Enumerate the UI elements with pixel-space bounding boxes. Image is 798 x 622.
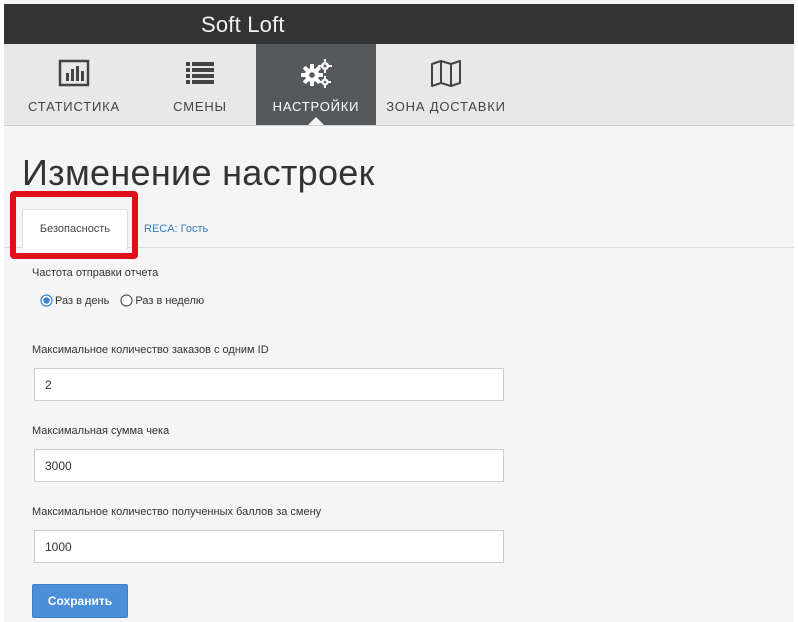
top-bar: Soft Loft (4, 4, 794, 44)
max-check-input[interactable] (34, 449, 504, 482)
radio-daily[interactable]: Раз в день (40, 294, 109, 307)
max-check-label: Максимальная сумма чека (32, 425, 170, 437)
radio-weekly[interactable]: Раз в неделю (120, 294, 204, 307)
list-icon (186, 62, 214, 84)
nav-label-statistics: СТАТИСТИКА (28, 99, 120, 114)
bar-chart-icon (58, 59, 90, 87)
nav-item-settings[interactable]: НАСТРОЙКИ (256, 44, 376, 125)
max-points-label: Максимальное количество полученных балло… (32, 506, 322, 518)
save-button[interactable]: Сохранить (32, 584, 128, 618)
nav-label-delivery-zone: ЗОНА ДОСТАВКИ (386, 99, 506, 114)
radio-unchecked-icon (120, 294, 133, 307)
app-title: Soft Loft (201, 12, 285, 37)
tab-security[interactable]: Безопасность (22, 209, 128, 249)
gears-icon (301, 59, 332, 88)
nav-item-shifts[interactable]: СМЕНЫ (144, 44, 256, 125)
report-frequency-radios: Раз в день Раз в неделю (40, 294, 212, 310)
max-points-input[interactable] (34, 530, 504, 563)
nav-item-delivery-zone[interactable]: ЗОНА ДОСТАВКИ (376, 44, 516, 125)
max-orders-label: Максимальное количество заказов с одним … (32, 344, 269, 356)
tab-reca-guest[interactable]: RECA: Гость (144, 223, 208, 235)
page-title: Изменение настроек (22, 152, 375, 193)
nav-item-statistics[interactable]: СТАТИСТИКА (4, 44, 144, 125)
max-orders-input[interactable] (34, 368, 504, 401)
map-icon (431, 60, 461, 87)
nav-label-shifts: СМЕНЫ (173, 99, 227, 114)
main-nav: СТАТИСТИКА СМЕНЫ НАСТРОЙКИ ЗОНА ДОСТАВКИ (4, 44, 794, 126)
radio-checked-icon (40, 294, 53, 307)
nav-label-settings: НАСТРОЙКИ (272, 99, 360, 114)
app-frame: Soft Loft СТАТИСТИКА СМЕНЫ НАСТРОЙКИ ЗОН… (4, 0, 794, 622)
report-frequency-label: Частота отправки отчета (32, 267, 159, 279)
radio-daily-label: Раз в день (55, 294, 110, 307)
radio-weekly-label: Раз в неделю (135, 294, 205, 307)
